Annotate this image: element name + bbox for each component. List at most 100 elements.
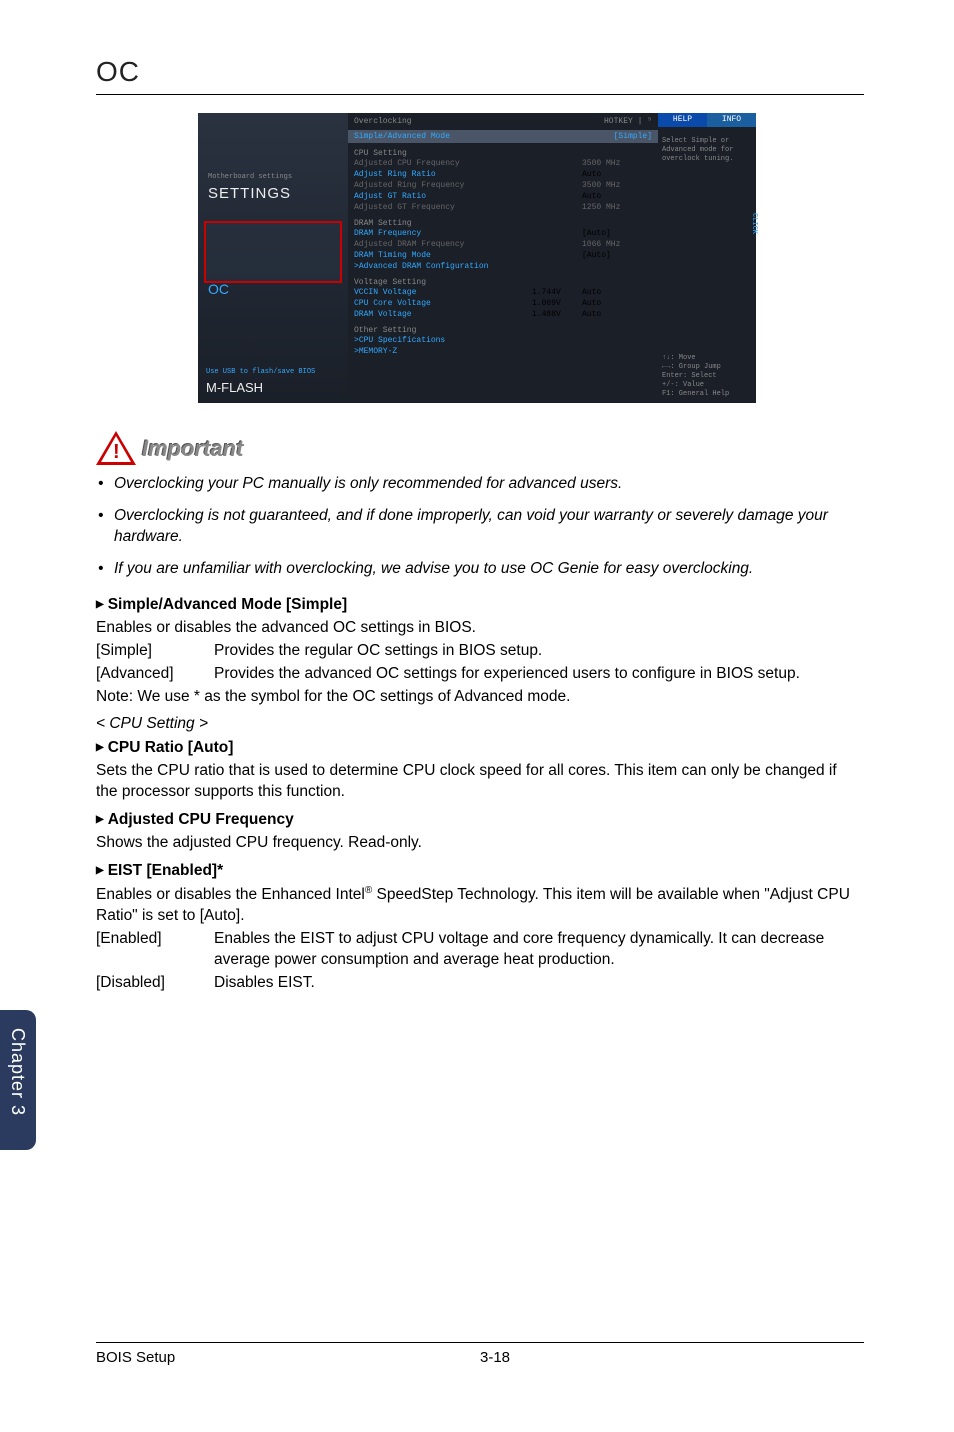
footer-section-name: BOIS Setup [96,1349,480,1366]
list-item: Overclocking is not guaranteed, and if d… [96,505,858,548]
option-label: [Advanced] [96,664,214,685]
bios-hk: ↑↓: Move [662,354,729,363]
bios-row-label: Adjusted CPU Frequency [354,159,582,168]
bios-settings-item[interactable]: SETTINGS [208,185,291,202]
bios-row: Adjusted Ring Frequency3500 MHz [348,180,658,191]
bios-dram-section: DRAM Setting [348,213,658,228]
bios-row-mid: 1.488V [532,310,582,319]
setting-eist: EIST [Enabled]* Enables or disables the … [96,862,858,994]
bios-voltage-section: Voltage Setting [348,272,658,287]
chapter-tab: Chapter 3 [0,1010,36,1150]
bios-hotkey-list: ↑↓: Move ←→: Group Jump Enter: Select +/… [662,354,729,399]
bios-hk: +/-: Value [662,381,729,390]
page-footer: BOIS Setup 3-18 [96,1342,864,1366]
bios-row: Adjusted GT Frequency1250 MHz [348,202,658,213]
bios-main-panel: Overclocking HOTKEY | ⁵ Simple/Advanced … [348,113,658,403]
important-label: Important [142,436,243,462]
bios-row-val: Auto [582,288,652,297]
bios-row-label: Adjust Ring Ratio [354,170,582,179]
warning-icon: ! [96,431,136,467]
bios-row-expand[interactable]: Advanced DRAM Configuration [348,261,658,272]
title-underline [96,94,864,95]
bios-row-expand[interactable]: MEMORY-Z [348,346,658,357]
bios-row-label: Adjusted DRAM Frequency [354,240,582,249]
bios-info-tab[interactable]: INFO [707,113,756,127]
bios-mode-value: [Simple] [614,132,652,141]
bios-row[interactable]: DRAM Timing Mode[Auto] [348,250,658,261]
option-desc: Disables EIST. [214,973,858,994]
bios-row-label: CPU Specifications [359,336,652,345]
option-label: [Disabled] [96,973,214,994]
bios-hotkey-hint: HOTKEY | ⁵ [604,117,652,126]
setting-desc: Sets the CPU ratio that is used to deter… [96,761,858,803]
bios-row-val: 1250 MHz [582,203,652,212]
option-label: [Enabled] [96,929,214,971]
setting-title: CPU Ratio [Auto] [96,739,858,757]
bios-row-label: VCCIN Voltage [354,288,532,297]
option-desc: Provides the regular OC settings in BIOS… [214,641,858,662]
bios-help-tabs: HELP INFO [658,113,756,127]
bios-row-val: Auto [582,192,652,201]
important-heading: ! Important [96,431,858,467]
bios-row[interactable]: DRAM Frequency[Auto] [348,228,658,239]
list-item: Overclocking your PC manually is only re… [96,473,858,495]
option-row: [Simple] Provides the regular OC setting… [96,641,858,662]
bios-hk: F1: General Help [662,390,729,399]
setting-simple-advanced: Simple/Advanced Mode [Simple] Enables or… [96,596,858,708]
bios-row-label: Adjust GT Ratio [354,192,582,201]
page-content: ! Important Overclocking your PC manuall… [0,403,954,994]
bios-row-val: 3500 MHz [582,181,652,190]
option-desc: Provides the advanced OC settings for ex… [214,664,858,685]
setting-desc: Shows the adjusted CPU frequency. Read-o… [96,833,858,854]
page-title: OC [0,0,954,88]
setting-cpu-ratio: CPU Ratio [Auto] Sets the CPU ratio that… [96,739,858,803]
bios-row-label: Adjusted Ring Frequency [354,181,582,190]
bios-row[interactable]: DRAM Voltage1.488VAuto [348,309,658,320]
eist-desc-pre: Enables or disables the Enhanced Intel [96,886,365,903]
bios-mode-row[interactable]: Simple/Advanced Mode [Simple] [348,130,658,143]
bios-nav-left: Motherboard settings SETTINGS OC Use USB… [198,113,348,403]
bios-settings-sublabel: Motherboard settings [208,173,292,181]
setting-title: Simple/Advanced Mode [Simple] [96,596,858,614]
bios-row-label: Advanced DRAM Configuration [359,262,652,271]
bios-hk: ←→: Group Jump [662,363,729,372]
option-row: [Disabled] Disables EIST. [96,973,858,994]
setting-note: Note: We use * as the symbol for the OC … [96,687,858,708]
bios-row-mid: 1.009V [532,299,582,308]
bios-row: Adjusted CPU Frequency3500 MHz [348,158,658,169]
bios-right-panel: HELP INFO Select Simple or Advanced mode… [658,113,756,403]
bios-other-section: Other Setting [348,320,658,335]
bios-row[interactable]: VCCIN Voltage1.744VAuto [348,287,658,298]
setting-title: Adjusted CPU Frequency [96,811,858,829]
bios-row-expand[interactable]: CPU Specifications [348,335,658,346]
bios-mflash-sublabel: Use USB to flash/save BIOS [206,368,315,376]
bios-row-mid: 1.744V [532,288,582,297]
bios-mode-label: Simple/Advanced Mode [354,132,450,141]
bios-help-tab[interactable]: HELP [658,113,707,127]
bios-row[interactable]: CPU Core Voltage1.009VAuto [348,298,658,309]
bios-row[interactable]: Adjust GT RatioAuto [348,191,658,202]
important-bullets: Overclocking your PC manually is only re… [96,473,858,580]
bios-header: Overclocking HOTKEY | ⁵ [348,113,658,130]
bios-row-label: CPU Core Voltage [354,299,532,308]
bios-mflash-item[interactable]: M-FLASH [206,380,263,395]
bios-row[interactable]: Adjust Ring RatioAuto [348,169,658,180]
option-row: [Advanced] Provides the advanced OC sett… [96,664,858,685]
bios-cpu-section: CPU Setting [348,143,658,158]
bios-row-label: DRAM Frequency [354,229,582,238]
bios-screenshot: Motherboard settings SETTINGS OC Use USB… [198,113,756,403]
setting-title: EIST [Enabled]* [96,862,858,880]
bios-row-label: DRAM Voltage [354,310,532,319]
list-item: If you are unfamiliar with overclocking,… [96,558,858,580]
setting-adj-cpu-freq: Adjusted CPU Frequency Shows the adjuste… [96,811,858,854]
bios-help-text: Select Simple or Advanced mode for overc… [658,127,756,174]
bios-header-title: Overclocking [354,117,412,126]
bios-row-val: Auto [582,310,652,319]
cpu-setting-header: < CPU Setting > [96,715,858,733]
bios-row: Adjusted DRAM Frequency1066 MHz [348,239,658,250]
bios-oc-item[interactable]: OC [208,281,229,297]
bios-row-val: 1066 MHz [582,240,652,249]
footer-page-number: 3-18 [480,1349,864,1366]
bios-row-val: [Auto] [582,229,652,238]
bios-row-val: Auto [582,299,652,308]
